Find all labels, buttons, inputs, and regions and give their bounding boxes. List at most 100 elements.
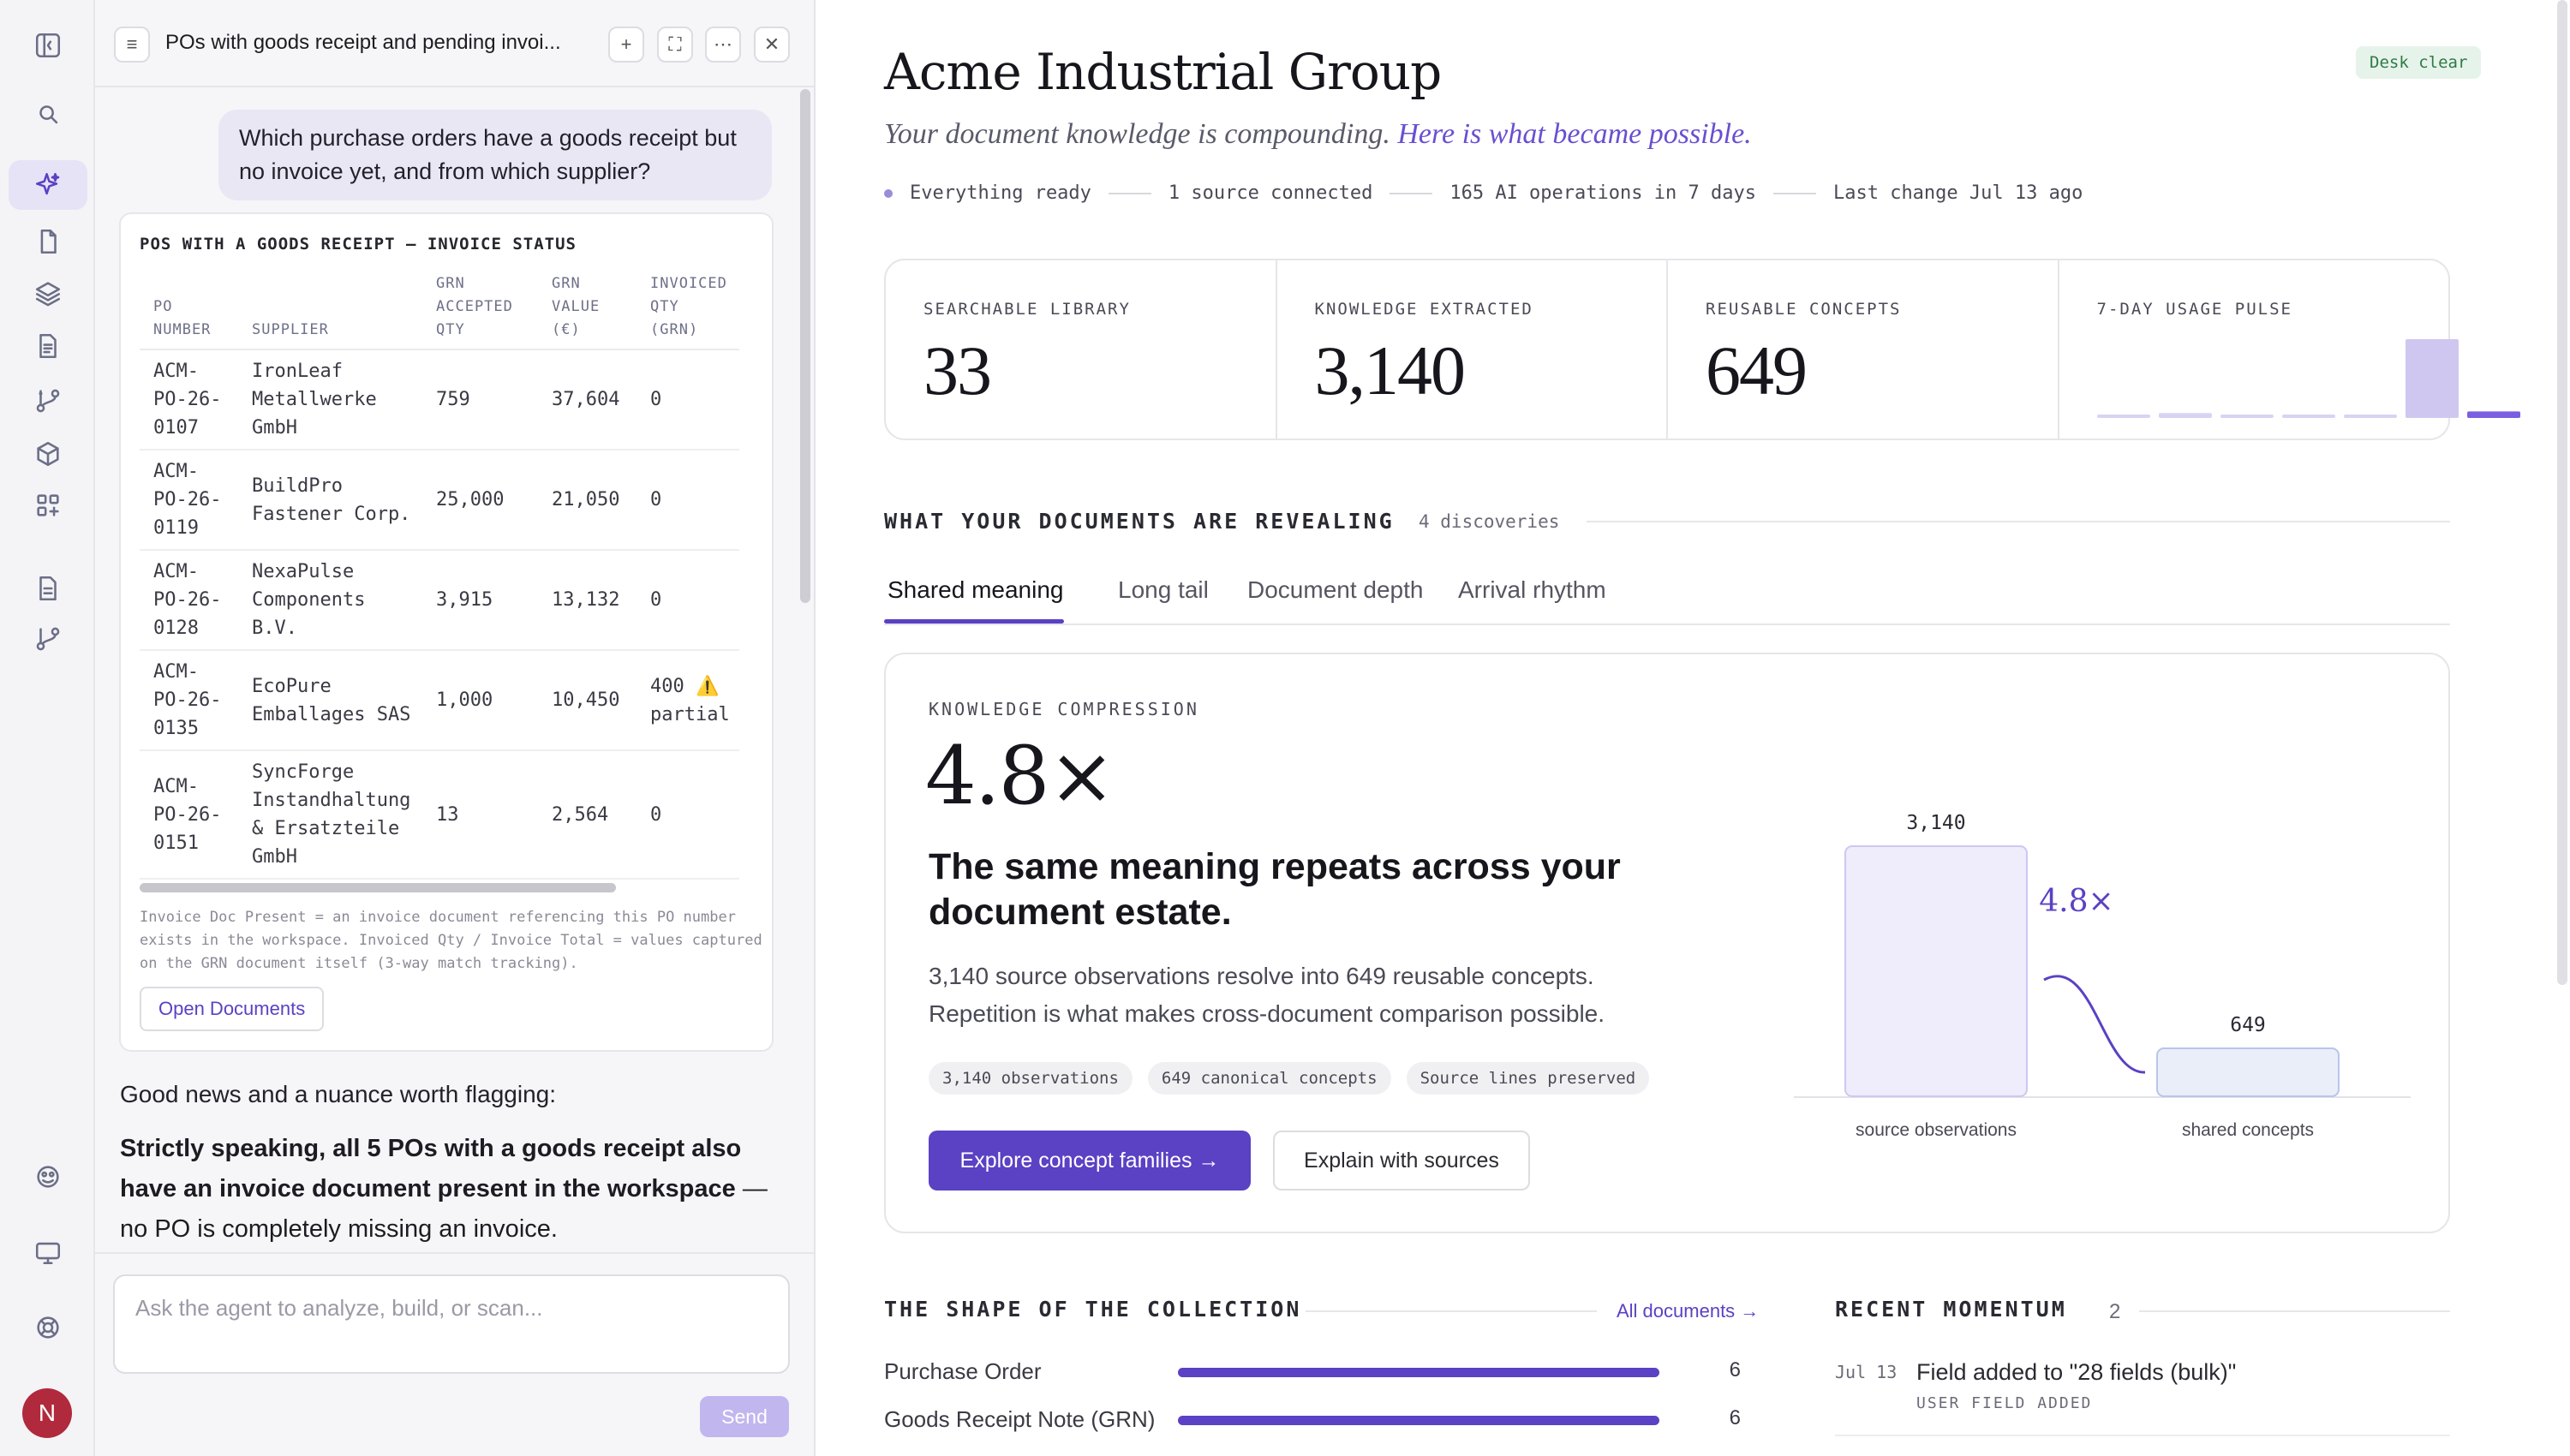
supplier: BuildPro Fastener Corp. bbox=[238, 450, 422, 551]
stats-row: SEARCHABLE LIBRARY 33 KNOWLEDGE EXTRACTE… bbox=[884, 259, 2520, 440]
po-number: ACM-PO-26-0119 bbox=[140, 450, 238, 551]
bar-fill bbox=[1178, 1416, 1659, 1425]
git-branch-icon[interactable] bbox=[9, 376, 87, 426]
category-label: shared concepts bbox=[2182, 1120, 2314, 1140]
po-number: ACM-PO-26-0135 bbox=[140, 650, 238, 751]
chat-input[interactable]: Ask the agent to analyze, build, or scan… bbox=[113, 1274, 790, 1374]
avatar[interactable]: N bbox=[22, 1388, 72, 1438]
pulse-bar bbox=[2220, 415, 2274, 418]
tagline-link[interactable]: Here is what became possible. bbox=[1397, 118, 1751, 150]
new-chat-button[interactable]: + bbox=[608, 27, 644, 63]
momentum-tag: USER FIELD ADDED bbox=[1916, 1394, 2093, 1412]
compression-chart: 3,140 649 4.8× source observations shared co… bbox=[1794, 812, 2411, 1140]
monitor-icon[interactable] bbox=[9, 1227, 87, 1277]
stat-label: KNOWLEDGE EXTRACTED bbox=[1314, 300, 1533, 319]
tab-shared-meaning[interactable]: Shared meaning bbox=[888, 576, 1063, 604]
status-line: Everything ready 1 source connected 165 … bbox=[884, 182, 2083, 204]
discovery-tabs: Shared meaning Long tail Document depth … bbox=[884, 572, 2450, 625]
usage-pulse-sparkbars bbox=[2096, 339, 2520, 418]
divider bbox=[1835, 1435, 2450, 1436]
separator bbox=[1108, 192, 1151, 194]
stat-searchable-library[interactable]: SEARCHABLE LIBRARY 33 bbox=[886, 260, 1277, 439]
expand-icon[interactable]: ⛶ bbox=[657, 27, 693, 63]
table-row[interactable]: ACM-PO-26-0119 BuildPro Fastener Corp. 2… bbox=[140, 450, 739, 551]
document-icon[interactable] bbox=[9, 217, 87, 266]
chat-thread[interactable]: Which purchase orders have a goods recei… bbox=[95, 87, 816, 1252]
workflow-icon[interactable] bbox=[9, 614, 87, 664]
observations-pill: 3,140 observations bbox=[929, 1062, 1133, 1095]
doc-type-label: Purchase Order bbox=[884, 1358, 1042, 1384]
table-row[interactable]: ACM-PO-26-0128 NexaPulse Components B.V.… bbox=[140, 550, 739, 651]
open-documents-button[interactable]: Open Documents bbox=[140, 987, 325, 1031]
stat-usage-pulse[interactable]: 7-DAY USAGE PULSE bbox=[2059, 260, 2520, 439]
file-text-icon[interactable] bbox=[9, 321, 87, 371]
divider bbox=[2139, 1310, 2450, 1312]
grn-value: 37,604 bbox=[538, 349, 637, 451]
table-scrollbar[interactable] bbox=[140, 883, 616, 892]
compression-curve bbox=[2043, 975, 2146, 1074]
column-header: PO NUMBER bbox=[140, 266, 238, 350]
pulse-bar bbox=[2343, 415, 2397, 418]
bar-track bbox=[1178, 1416, 1659, 1425]
close-icon[interactable]: ✕ bbox=[754, 27, 790, 63]
notes-icon[interactable] bbox=[9, 564, 87, 613]
concepts-pill: 649 canonical concepts bbox=[1147, 1062, 1391, 1095]
table-row[interactable]: ACM-PO-26-0107 IronLeaf Metallwerke GmbH… bbox=[140, 349, 739, 451]
bar-fill bbox=[1178, 1368, 1659, 1377]
icon-rail: N bbox=[0, 0, 95, 1456]
stat-knowledge-extracted[interactable]: KNOWLEDGE EXTRACTED 3,140 bbox=[1277, 260, 1668, 439]
grn-qty: 13 bbox=[422, 750, 538, 880]
table-header-row: PO NUMBER SUPPLIER GRN ACCEPTED QTY GRN … bbox=[140, 266, 739, 350]
search-icon[interactable] bbox=[9, 89, 87, 139]
sparkle-icon[interactable] bbox=[9, 160, 87, 210]
chat-header: ≡ POs with goods receipt and pending inv… bbox=[95, 0, 816, 87]
chat-scrollbar[interactable] bbox=[800, 89, 810, 603]
table-row[interactable]: ACM-PO-26-0135 EcoPure Emballages SAS 1,… bbox=[140, 650, 739, 751]
momentum-date: Jul 13 bbox=[1835, 1362, 1898, 1382]
menu-icon[interactable]: ≡ bbox=[114, 27, 150, 63]
tab-long-tail[interactable]: Long tail bbox=[1118, 576, 1209, 604]
composer-area: Ask the agent to analyze, build, or scan… bbox=[95, 1252, 816, 1456]
main-scrollbar[interactable] bbox=[2557, 0, 2567, 985]
chat-panel: ≡ POs with goods receipt and pending inv… bbox=[95, 0, 816, 1456]
status-item: Everything ready bbox=[910, 182, 1091, 204]
supplier: SyncForge Instandhaltung & Ersatzteile G… bbox=[238, 750, 422, 880]
tab-document-depth[interactable]: Document depth bbox=[1247, 576, 1423, 604]
po-number: ACM-PO-26-0128 bbox=[140, 550, 238, 651]
palette-icon[interactable] bbox=[9, 1152, 87, 1202]
grn-qty: 1,000 bbox=[422, 650, 538, 751]
assistant-text: Strictly speaking, all 5 POs with a good… bbox=[120, 1129, 788, 1250]
active-tab-indicator bbox=[884, 619, 1064, 624]
table-row[interactable]: ACM-PO-26-0151 SyncForge Instandhaltung … bbox=[140, 750, 739, 880]
grn-value: 13,132 bbox=[538, 550, 637, 651]
help-icon[interactable] bbox=[9, 1303, 87, 1352]
grn-qty: 759 bbox=[422, 349, 538, 451]
bar-source-observations bbox=[1844, 845, 2028, 1097]
momentum-item[interactable]: Field added to "28 fields (bulk)" bbox=[1916, 1359, 2236, 1386]
collection-row[interactable]: Purchase Order 6 bbox=[884, 1355, 1741, 1389]
pill-group: 3,140 observations 649 canonical concept… bbox=[929, 1062, 1665, 1095]
momentum-count: 2 bbox=[2109, 1300, 2121, 1323]
apps-add-icon[interactable] bbox=[9, 480, 87, 530]
column-header: GRN ACCEPTED QTY bbox=[422, 266, 538, 350]
doc-type-label: Goods Receipt Note (GRN) bbox=[884, 1406, 1156, 1432]
explain-with-sources-button[interactable]: Explain with sources bbox=[1273, 1131, 1530, 1190]
separator bbox=[1772, 192, 1816, 194]
all-documents-link[interactable]: All documents → bbox=[1617, 1300, 1759, 1322]
assistant-text: Good news and a nuance worth flagging: bbox=[120, 1081, 557, 1107]
collection-row[interactable]: Goods Receipt Note (GRN) 6 bbox=[884, 1403, 1741, 1437]
more-icon[interactable]: ⋯ bbox=[705, 27, 741, 63]
stat-value: 649 bbox=[1706, 331, 1808, 409]
stat-reusable-concepts[interactable]: REUSABLE CONCEPTS 649 bbox=[1668, 260, 2059, 439]
layers-icon[interactable] bbox=[9, 268, 87, 318]
explore-concept-families-button[interactable]: Explore concept families → bbox=[929, 1131, 1251, 1190]
tab-arrival-rhythm[interactable]: Arrival rhythm bbox=[1458, 576, 1606, 604]
send-button[interactable]: Send bbox=[700, 1396, 789, 1437]
divider bbox=[1587, 521, 2450, 522]
po-table: PO NUMBER SUPPLIER GRN ACCEPTED QTY GRN … bbox=[140, 266, 739, 880]
pulse-bar bbox=[2281, 415, 2335, 418]
user-message: Which purchase orders have a goods recei… bbox=[218, 110, 772, 200]
toggle-sidebar-icon[interactable] bbox=[9, 21, 87, 70]
bar-shared-concepts bbox=[2156, 1047, 2340, 1097]
box-icon[interactable] bbox=[9, 429, 87, 479]
